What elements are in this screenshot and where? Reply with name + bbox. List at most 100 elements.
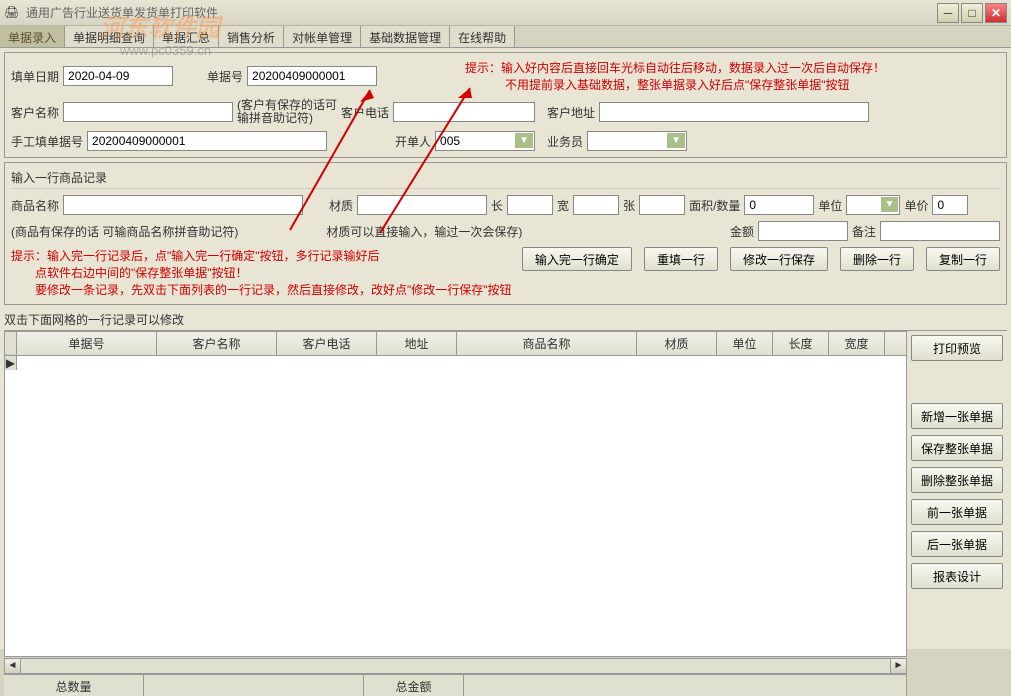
col-width[interactable]: 宽度 [829, 332, 885, 355]
grid-corner [5, 332, 17, 355]
remark-input[interactable] [880, 221, 1000, 241]
tab-detail-query[interactable]: 单据明细查询 [65, 26, 154, 47]
doc-no-input[interactable] [247, 66, 377, 86]
customer-paren: (客户有保存的话可输拼音助记符) [237, 99, 337, 125]
amount-label: 金额 [730, 223, 754, 240]
data-grid[interactable]: 单据号 客户名称 客户电话 地址 商品名称 材质 单位 长度 宽度 ▶ [4, 331, 907, 657]
window-title: 通用广告行业送货单发货单打印软件 [26, 4, 937, 21]
address-label: 客户地址 [547, 104, 595, 121]
count-label: 张 [623, 197, 635, 214]
product-section-title: 输入一行商品记录 [11, 169, 1000, 189]
width-input[interactable] [573, 195, 619, 215]
unit-select[interactable] [846, 195, 900, 215]
titlebar: 🖨 通用广告行业送货单发货单打印软件 ─ □ ✕ [0, 0, 1011, 26]
remark-label: 备注 [852, 223, 876, 240]
grid-header: 单据号 客户名称 客户电话 地址 商品名称 材质 单位 长度 宽度 [5, 332, 906, 356]
price-label: 单价 [904, 197, 928, 214]
area-qty-label: 面积/数量 [689, 197, 740, 214]
delete-line-button[interactable]: 删除一行 [840, 247, 914, 271]
product-name-label: 商品名称 [11, 197, 59, 214]
hint-text-1: 提示：输入好内容后直接回车光标自动往后移动，数据录入过一次后自动保存！ [465, 59, 885, 76]
totals-footer: 总数量 总金额 [4, 674, 907, 696]
address-input[interactable] [599, 102, 869, 122]
print-preview-button[interactable]: 打印预览 [911, 335, 1003, 361]
horizontal-scrollbar[interactable]: ◄ ► [4, 658, 907, 674]
customer-label: 客户名称 [11, 104, 59, 121]
tab-entry[interactable]: 单据录入 [0, 26, 65, 47]
length-label: 长 [491, 197, 503, 214]
tip-line-1: 提示：输入完一行记录后，点"输入完一行确定"按钮，多行记录输好后 [11, 247, 518, 264]
fill-date-label: 填单日期 [11, 68, 59, 85]
price-input[interactable] [932, 195, 968, 215]
sales-select[interactable] [587, 131, 687, 151]
next-doc-button[interactable]: 后一张单据 [911, 531, 1003, 557]
tab-statement[interactable]: 对帐单管理 [284, 26, 361, 47]
refill-button[interactable]: 重填一行 [644, 247, 718, 271]
operator-select[interactable] [435, 131, 535, 151]
close-button[interactable]: ✕ [985, 3, 1007, 23]
delete-doc-button[interactable]: 删除整张单据 [911, 467, 1003, 493]
phone-label: 客户电话 [341, 104, 389, 121]
tip-line-3: 要修改一条记录，先双击下面列表的一行记录，然后直接修改，改好点"修改一行保存"按… [35, 281, 518, 298]
scroll-left-icon[interactable]: ◄ [5, 659, 21, 673]
tab-help[interactable]: 在线帮助 [450, 26, 515, 47]
total-amount-value [464, 675, 907, 696]
col-phone[interactable]: 客户电话 [277, 332, 377, 355]
product-paren-hint: (商品有保存的话 可输商品名称拼音助记符) [11, 223, 238, 240]
doc-no-label: 单据号 [207, 68, 243, 85]
manual-no-label: 手工填单据号 [11, 133, 83, 150]
amount-input[interactable] [758, 221, 848, 241]
header-section: 填单日期 单据号 提示：输入好内容后直接回车光标自动往后移动，数据录入过一次后自… [4, 52, 1007, 158]
area-qty-input[interactable] [744, 195, 814, 215]
content-area: 填单日期 单据号 提示：输入好内容后直接回车光标自动往后移动，数据录入过一次后自… [0, 48, 1011, 649]
product-section: 输入一行商品记录 商品名称 材质 长 宽 张 面积/数量 单位 单价 (商品有保… [4, 162, 1007, 305]
side-buttons: 打印预览 新增一张单据 保存整张单据 删除整张单据 前一张单据 后一张单据 报表… [907, 331, 1007, 696]
row-indicator-icon: ▶ [5, 356, 17, 370]
confirm-line-button[interactable]: 输入完一行确定 [522, 247, 632, 271]
sales-label: 业务员 [547, 133, 583, 150]
new-doc-button[interactable]: 新增一张单据 [911, 403, 1003, 429]
customer-input[interactable] [63, 102, 233, 122]
material-input[interactable] [357, 195, 487, 215]
hint-text-2: 不用提前录入基础数据，整张单据录入好后点"保存整张单据"按钮 [505, 76, 885, 93]
col-unit[interactable]: 单位 [717, 332, 773, 355]
operator-label: 开单人 [395, 133, 431, 150]
phone-input[interactable] [393, 102, 535, 122]
copy-line-button[interactable]: 复制一行 [926, 247, 1000, 271]
product-name-input[interactable] [63, 195, 303, 215]
tab-summary[interactable]: 单据汇总 [154, 26, 219, 47]
col-address[interactable]: 地址 [377, 332, 457, 355]
maximize-button[interactable]: □ [961, 3, 983, 23]
col-length[interactable]: 长度 [773, 332, 829, 355]
grid-wrapper: 单据号 客户名称 客户电话 地址 商品名称 材质 单位 长度 宽度 ▶ ◄ [4, 331, 1007, 696]
prev-doc-button[interactable]: 前一张单据 [911, 499, 1003, 525]
count-input[interactable] [639, 195, 685, 215]
width-label: 宽 [557, 197, 569, 214]
modify-save-button[interactable]: 修改一行保存 [730, 247, 828, 271]
report-design-button[interactable]: 报表设计 [911, 563, 1003, 589]
grid-title: 双击下面网格的一行记录可以修改 [4, 309, 1007, 331]
total-qty-value [144, 675, 364, 696]
col-material[interactable]: 材质 [637, 332, 717, 355]
window-controls: ─ □ ✕ [937, 3, 1007, 23]
col-product[interactable]: 商品名称 [457, 332, 637, 355]
unit-label: 单位 [818, 197, 842, 214]
material-hint: 材质可以直接输入，输过一次会保存) [326, 223, 522, 240]
tab-base-data[interactable]: 基础数据管理 [361, 26, 450, 47]
manual-no-input[interactable] [87, 131, 327, 151]
menu-tabs: 单据录入 单据明细查询 单据汇总 销售分析 对帐单管理 基础数据管理 在线帮助 [0, 26, 1011, 48]
minimize-button[interactable]: ─ [937, 3, 959, 23]
tab-sales-analysis[interactable]: 销售分析 [219, 26, 284, 47]
save-doc-button[interactable]: 保存整张单据 [911, 435, 1003, 461]
col-customer[interactable]: 客户名称 [157, 332, 277, 355]
grid-body[interactable]: ▶ [5, 356, 906, 656]
material-label: 材质 [329, 197, 353, 214]
total-qty-label: 总数量 [4, 675, 144, 696]
tip-line-2: 点软件右边中间的"保存整张单据"按钮！ [35, 264, 518, 281]
length-input[interactable] [507, 195, 553, 215]
fill-date-input[interactable] [63, 66, 173, 86]
col-doc-no[interactable]: 单据号 [17, 332, 157, 355]
scroll-right-icon[interactable]: ► [890, 659, 906, 673]
app-icon: 🖨 [4, 5, 20, 21]
total-amount-label: 总金额 [364, 675, 464, 696]
